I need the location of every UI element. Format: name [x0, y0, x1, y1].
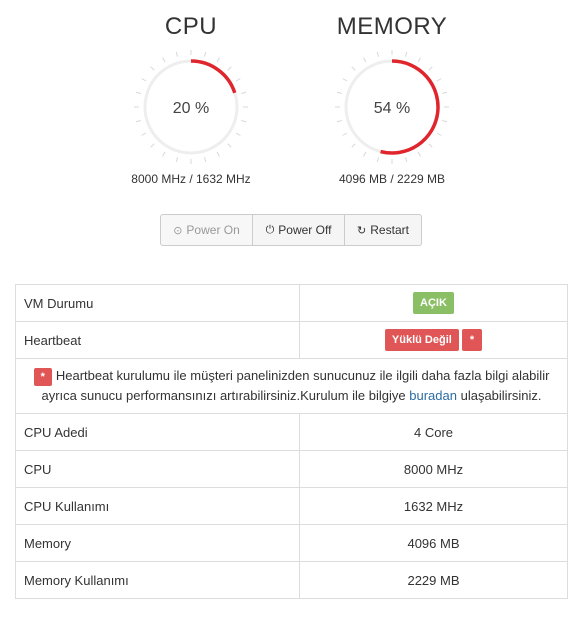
table-row: CPU 8000 MHz	[15, 450, 568, 488]
table-row: Memory 4096 MB	[15, 524, 568, 562]
cpu-tick	[175, 51, 179, 57]
memory-tick	[404, 51, 408, 57]
memory-tick	[342, 132, 348, 136]
memory-tick	[351, 66, 356, 71]
memory-tick	[428, 66, 433, 71]
row-value: 4096 MB	[299, 524, 568, 562]
cpu-gauge-arc	[190, 59, 237, 94]
table-row-heartbeat-note: * Heartbeat kurulumu ile müşteri panelini…	[15, 358, 568, 414]
cpu-tick	[216, 151, 220, 157]
cpu-tick	[175, 157, 179, 163]
row-label: Memory	[15, 524, 300, 562]
row-value: 8000 MHz	[299, 450, 568, 488]
cpu-tick	[227, 143, 232, 148]
memory-tick	[376, 157, 380, 163]
cpu-tick	[162, 151, 166, 157]
cpu-tick	[235, 132, 241, 136]
cpu-tick	[150, 66, 155, 71]
memory-tick	[436, 132, 442, 136]
note-link[interactable]: buradan	[409, 388, 457, 403]
cpu-gauge: CPU 20 % 8000 MHz / 1632 MHz	[116, 12, 266, 186]
memory-tick	[417, 57, 421, 63]
heartbeat-note: * Heartbeat kurulumu ile müşteri panelini…	[15, 358, 568, 414]
table-row: CPU Kullanımı 1632 MHz	[15, 487, 568, 525]
memory-tick	[336, 91, 342, 95]
power-controls: ⊙ Power On ⏻ Power Off ↻ Restart	[160, 214, 422, 246]
cpu-tick	[203, 157, 207, 163]
memory-tick	[442, 119, 448, 123]
power-on-button[interactable]: ⊙ Power On	[160, 214, 253, 246]
vm-info-table: VM Durumu AÇIK Heartbeat Yüklü Değil * * H…	[15, 284, 568, 599]
memory-tick	[436, 78, 442, 82]
memory-tick	[351, 143, 356, 148]
vm-status-label: VM Durumu	[15, 284, 300, 322]
power-on-label: Power On	[186, 223, 240, 237]
row-label: CPU Kullanımı	[15, 487, 300, 525]
vm-status-badge: AÇIK	[413, 292, 454, 314]
memory-tick	[336, 119, 342, 123]
note-star-badge: *	[33, 368, 52, 386]
row-value: 4 Core	[299, 413, 568, 451]
memory-tick	[363, 151, 367, 157]
cpu-tick	[141, 132, 147, 136]
cpu-gauge-dial: 20 %	[134, 50, 248, 164]
cpu-percent: 20 %	[173, 100, 209, 117]
memory-gauge-dial: 54 %	[335, 50, 449, 164]
cpu-tick	[150, 143, 155, 148]
memory-detail: 4096 MB / 2229 MB	[338, 172, 446, 186]
cpu-tick	[241, 91, 247, 95]
cpu-title: CPU	[164, 13, 218, 40]
table-row-heartbeat: Heartbeat Yüklü Değil *	[15, 321, 568, 359]
cpu-tick	[141, 78, 147, 82]
heartbeat-status-badge: Yüklü Değil	[384, 329, 459, 351]
restart-button[interactable]: ↻ Restart	[344, 214, 422, 246]
note-text-2: ulaşabilirsiniz.	[460, 388, 542, 403]
memory-percent: 54 %	[374, 100, 410, 117]
table-row: CPU Adedi 4 Core	[15, 413, 568, 451]
row-value: 1632 MHz	[299, 487, 568, 525]
power-off-label: Power Off	[278, 223, 332, 237]
cpu-tick	[135, 91, 141, 95]
memory-tick	[363, 57, 367, 63]
row-value: 2229 MB	[299, 561, 568, 599]
memory-title: MEMORY	[336, 13, 448, 40]
memory-tick	[404, 157, 408, 163]
cpu-tick	[162, 57, 166, 63]
cpu-tick	[203, 51, 207, 57]
heartbeat-label: Heartbeat	[15, 321, 300, 359]
table-row-vm-status: VM Durumu AÇIK	[15, 284, 568, 322]
power-on-icon: ⊙	[173, 224, 183, 237]
memory-tick	[417, 151, 421, 157]
memory-tick	[428, 143, 433, 148]
power-off-icon: ⏻	[265, 223, 275, 236]
memory-tick	[442, 91, 448, 95]
row-label: Memory Kullanımı	[15, 561, 300, 599]
row-label: CPU	[15, 450, 300, 488]
refresh-icon: ↻	[357, 224, 367, 237]
cpu-tick	[135, 119, 141, 123]
table-row: Memory Kullanımı 2229 MB	[15, 561, 568, 599]
power-off-button[interactable]: ⏻ Power Off	[252, 214, 345, 246]
restart-label: Restart	[370, 223, 409, 237]
memory-tick	[376, 51, 380, 57]
cpu-tick	[227, 66, 232, 71]
heartbeat-star-badge: *	[461, 329, 483, 351]
memory-gauge: MEMORY 54 % 4096 MB / 2229 MB	[317, 12, 467, 186]
row-label: CPU Adedi	[15, 413, 300, 451]
cpu-tick	[241, 119, 247, 123]
cpu-tick	[235, 78, 241, 82]
cpu-detail: 8000 MHz / 1632 MHz	[131, 172, 251, 186]
cpu-tick	[216, 57, 220, 63]
memory-tick	[342, 78, 348, 82]
